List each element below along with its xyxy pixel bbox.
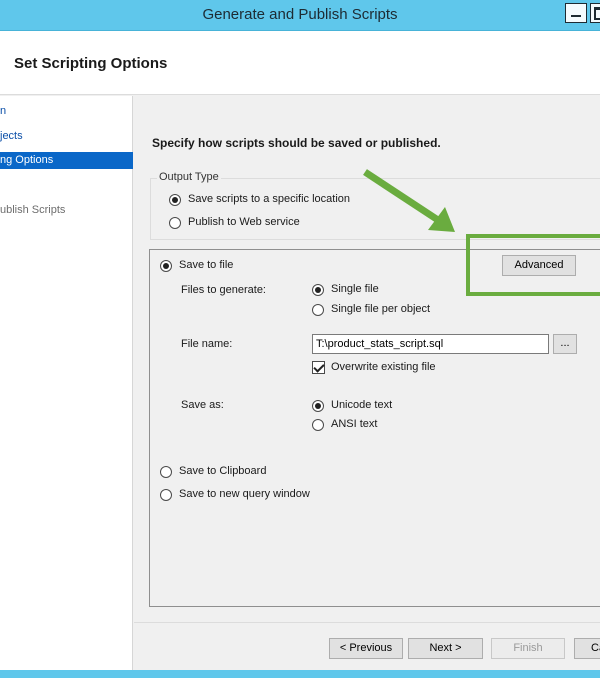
cancel-button[interactable]: Ca [574,638,600,659]
save-to-clipboard-radio[interactable] [160,466,172,478]
ansi-text-label: ANSI text [331,418,378,430]
output-type-legend: Output Type [157,171,221,183]
sidebar: n jects ng Options ublish Scripts [0,96,133,670]
next-button[interactable]: Next > [408,638,483,659]
page-title: Set Scripting Options [14,55,168,72]
main-content: Specify how scripts should be saved or p… [134,96,600,670]
single-file-label: Single file [331,283,379,295]
minimize-icon[interactable] [565,3,587,23]
output-type-group: Output Type Save scripts to a specific l… [150,171,600,240]
browse-button[interactable]: ... [553,334,577,354]
single-file-radio[interactable] [312,284,324,296]
page-header: Set Scripting Options [0,31,600,95]
single-file-per-object-label: Single file per object [331,303,431,315]
file-name-input[interactable]: T:\product_stats_script.sql [312,334,549,354]
single-file-per-object-radio[interactable] [312,304,324,316]
maximize-icon[interactable] [590,3,600,23]
sidebar-item-choose-objects[interactable]: jects [0,128,133,145]
window-bottom-frame [0,670,600,678]
unicode-text-radio[interactable] [312,400,324,412]
ansi-text-radio[interactable] [312,419,324,431]
save-as-label: Save as: [181,399,224,411]
sidebar-item-save-publish-scripts: ublish Scripts [0,202,133,219]
instruction-text: Specify how scripts should be saved or p… [152,136,441,150]
sidebar-item-label: jects [0,130,23,142]
save-options-panel: Save to file Advanced Files to generate:… [149,249,600,607]
files-to-generate-label: Files to generate: [181,284,266,296]
save-to-query-window-radio[interactable] [160,489,172,501]
window-title: Generate and Publish Scripts [202,6,398,23]
save-to-file-label: Save to file [179,259,234,271]
advanced-button[interactable]: Advanced [502,255,576,276]
unicode-text-label: Unicode text [331,399,393,411]
footer-divider [134,622,600,623]
title-bar: Generate and Publish Scripts [0,0,600,31]
sidebar-item-label: ng Options [0,154,54,166]
save-to-clipboard-label: Save to Clipboard [179,465,267,477]
sidebar-item-label: n [0,105,7,117]
file-name-label: File name: [181,338,233,350]
sidebar-item-scripting-options[interactable]: ng Options [0,152,133,169]
save-specific-location-radio[interactable] [169,194,181,206]
save-to-file-radio[interactable] [160,260,172,272]
publish-web-service-label: Publish to Web service [188,216,300,228]
publish-web-service-radio[interactable] [169,217,181,229]
overwrite-label: Overwrite existing file [331,361,436,373]
sidebar-item-label: ublish Scripts [0,204,66,216]
sidebar-item-introduction[interactable]: n [0,103,133,120]
save-specific-location-label: Save scripts to a specific location [188,193,351,205]
previous-button[interactable]: < Previous [329,638,403,659]
finish-button: Finish [491,638,565,659]
save-to-query-window-label: Save to new query window [179,488,310,500]
overwrite-checkbox[interactable] [312,361,325,374]
